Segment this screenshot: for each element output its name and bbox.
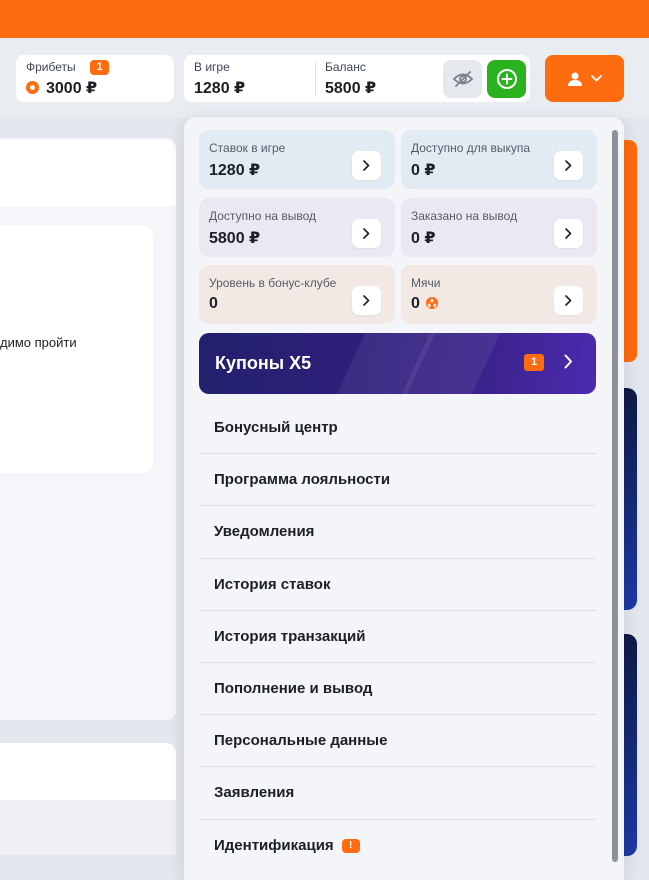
stat-value: 0 ₽ bbox=[411, 230, 436, 247]
stat-value: 5800 ₽ bbox=[209, 230, 261, 247]
chevron-right-icon bbox=[565, 160, 572, 171]
stat-value: 0 bbox=[411, 295, 420, 312]
stat-open-button[interactable] bbox=[554, 219, 583, 248]
freebets-label: Фрибеты bbox=[26, 60, 76, 74]
stat-ordered-withdraw[interactable]: Заказано на вывод 0 ₽ bbox=[401, 198, 597, 257]
chevron-right-icon bbox=[565, 295, 572, 306]
chevron-right-icon bbox=[565, 228, 572, 239]
menu-item-label: Идентификация bbox=[214, 837, 334, 855]
background-card: димо пройти bbox=[0, 225, 153, 473]
freebets-value: 3000 ₽ bbox=[46, 80, 98, 97]
chevron-right-icon bbox=[564, 354, 572, 369]
stat-balls[interactable]: Мячи 0 bbox=[401, 265, 597, 324]
menu-item-deposit-withdraw[interactable]: Пополнение и вывод bbox=[199, 663, 596, 716]
menu-item-personal-data[interactable]: Персональные данные bbox=[199, 715, 596, 768]
stat-label: Уровень в бонус-клубе bbox=[209, 276, 337, 290]
stat-value: 1280 ₽ bbox=[209, 162, 261, 179]
coupons-badge: 1 bbox=[524, 354, 545, 371]
dropdown-scrollbar[interactable] bbox=[612, 130, 618, 862]
user-icon bbox=[568, 72, 582, 86]
account-menu-list: Бонусный центр Программа лояльности Увед… bbox=[199, 402, 596, 872]
menu-item-notifications[interactable]: Уведомления bbox=[199, 506, 596, 559]
ball-icon bbox=[426, 297, 438, 309]
plus-circle-icon bbox=[496, 69, 517, 89]
menu-item-bet-history[interactable]: История ставок bbox=[199, 559, 596, 611]
stat-available-withdraw[interactable]: Доступно на вывод 5800 ₽ bbox=[199, 198, 395, 257]
menu-item-label: Уведомления bbox=[214, 523, 315, 541]
menu-item-bonus-center[interactable]: Бонусный центр bbox=[199, 402, 596, 455]
deposit-button[interactable] bbox=[487, 60, 526, 98]
menu-item-label: Заявления bbox=[214, 784, 295, 802]
eye-off-icon bbox=[452, 71, 473, 87]
stat-bonus-club-level[interactable]: Уровень в бонус-клубе 0 bbox=[199, 265, 395, 324]
freebets-badge: 1 bbox=[90, 60, 109, 75]
menu-item-label: Персональные данные bbox=[214, 732, 388, 750]
chevron-right-icon bbox=[363, 295, 370, 306]
stat-open-button[interactable] bbox=[352, 219, 381, 248]
background-card-top bbox=[0, 140, 176, 206]
stat-open-button[interactable] bbox=[352, 286, 381, 315]
menu-item-applications[interactable]: Заявления bbox=[199, 767, 596, 820]
in-game-value: 1280 ₽ bbox=[194, 80, 246, 97]
balance-label: Баланс bbox=[325, 60, 366, 74]
coupons-banner[interactable]: Купоны X5 1 bbox=[199, 333, 596, 394]
menu-item-label: Пополнение и вывод bbox=[214, 680, 373, 698]
chevron-right-icon bbox=[363, 228, 370, 239]
stat-bets-in-game[interactable]: Ставок в игре 1280 ₽ bbox=[199, 130, 395, 189]
stat-label: Доступно для выкупа bbox=[411, 141, 531, 155]
identification-alert-badge: ! bbox=[341, 838, 360, 853]
account-dropdown: Ставок в игре 1280 ₽ Доступно для выкупа… bbox=[184, 117, 624, 880]
stat-label: Мячи bbox=[411, 276, 441, 290]
stat-label: Доступно на вывод bbox=[209, 209, 316, 223]
account-menu-button[interactable] bbox=[545, 55, 624, 102]
stat-open-button[interactable] bbox=[352, 151, 381, 180]
menu-item-label: Программа лояльности bbox=[214, 471, 391, 489]
in-game-label: В игре bbox=[194, 60, 230, 74]
stat-available-cashout[interactable]: Доступно для выкупа 0 ₽ bbox=[401, 130, 597, 189]
stat-open-button[interactable] bbox=[554, 286, 583, 315]
stat-label: Заказано на вывод bbox=[411, 209, 518, 223]
chip-icon bbox=[26, 81, 39, 94]
menu-item-identification[interactable]: Идентификация ! bbox=[199, 820, 596, 872]
divider bbox=[315, 61, 316, 97]
stat-value: 0 bbox=[209, 295, 218, 312]
balance-value: 5800 ₽ bbox=[325, 80, 377, 97]
background-row bbox=[0, 800, 176, 855]
stat-open-button[interactable] bbox=[554, 151, 583, 180]
chevron-right-icon bbox=[363, 160, 370, 171]
stat-value: 0 ₽ bbox=[411, 162, 436, 179]
menu-item-loyalty-program[interactable]: Программа лояльности bbox=[199, 454, 596, 507]
stat-label: Ставок в игре bbox=[209, 141, 286, 155]
chevron-down-icon bbox=[591, 75, 602, 82]
top-orange-bar bbox=[0, 0, 649, 38]
menu-item-label: Бонусный центр bbox=[214, 419, 338, 437]
menu-item-transaction-history[interactable]: История транзакций bbox=[199, 611, 596, 663]
background-card-text: димо пройти bbox=[0, 335, 77, 350]
menu-item-label: История ставок bbox=[214, 575, 331, 593]
coupons-title: Купоны X5 bbox=[215, 353, 312, 373]
hide-balance-button[interactable] bbox=[443, 60, 482, 98]
freebets-card[interactable]: Фрибеты 1 3000 ₽ bbox=[16, 55, 174, 102]
menu-item-label: История транзакций bbox=[214, 627, 366, 645]
